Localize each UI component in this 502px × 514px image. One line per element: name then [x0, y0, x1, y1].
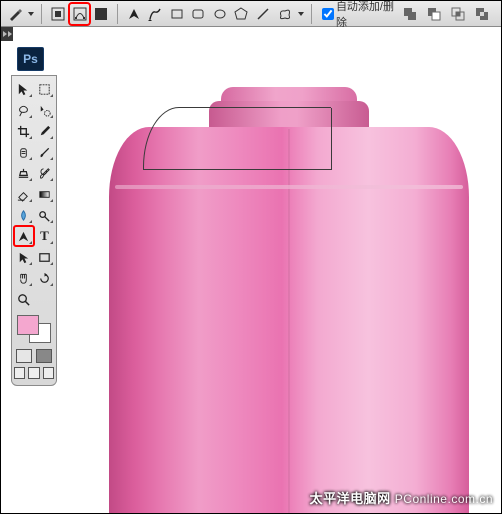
- pathop-intersect[interactable]: [447, 4, 469, 24]
- dodge-tool[interactable]: [35, 205, 55, 225]
- quick-selection-tool[interactable]: [35, 100, 55, 120]
- clone-stamp-tool[interactable]: [14, 163, 34, 183]
- auto-add-delete-checkbox[interactable]: [322, 8, 334, 20]
- pathop-exclude[interactable]: [471, 4, 493, 24]
- foreground-color-swatch[interactable]: [17, 315, 39, 335]
- screen-mode-switcher[interactable]: [14, 367, 54, 379]
- spot-healing-brush-tool[interactable]: [14, 142, 34, 162]
- watermark-cn: 太平洋电脑网: [310, 491, 391, 506]
- rectangular-marquee-tool[interactable]: [35, 79, 55, 99]
- standard-mode-icon: [16, 349, 32, 363]
- rotate-view-tool[interactable]: [35, 268, 55, 288]
- screen-mode-standard-icon: [14, 367, 25, 379]
- quick-mask-toggle[interactable]: [14, 349, 54, 363]
- app-badge: Ps: [17, 47, 44, 71]
- paths-mode[interactable]: [70, 4, 90, 24]
- panel-collapse-tab[interactable]: [1, 27, 13, 41]
- shape-options-dropdown-icon[interactable]: [296, 10, 305, 18]
- polygon-shape[interactable]: [232, 4, 252, 24]
- history-brush-tool[interactable]: [35, 163, 55, 183]
- app-badge-text: Ps: [23, 52, 38, 66]
- watermark: 太平洋电脑网 PConline.com.cn: [310, 488, 493, 507]
- pathop-combine[interactable]: [399, 4, 421, 24]
- path-selection-tool[interactable]: [14, 247, 34, 267]
- brush-tool[interactable]: [35, 142, 55, 162]
- blur-tool[interactable]: [14, 205, 34, 225]
- watermark-en: PConline.com.cn: [395, 492, 493, 506]
- pathop-subtract[interactable]: [423, 4, 445, 24]
- document-canvas[interactable]: 太平洋电脑网 PConline.com.cn: [59, 27, 501, 513]
- separator: [117, 4, 118, 24]
- auto-add-delete-option[interactable]: 自动添加/删除: [322, 0, 395, 30]
- screen-mode-full-menubar-icon: [28, 367, 39, 379]
- tool-preset-dropdown-icon[interactable]: [27, 10, 36, 18]
- rectangle-tool[interactable]: [35, 247, 55, 267]
- options-bar: 自动添加/删除: [1, 1, 501, 27]
- hand-tool[interactable]: [14, 268, 34, 288]
- color-swatches[interactable]: [14, 315, 54, 343]
- screen-mode-full-icon: [43, 367, 54, 379]
- line-shape[interactable]: [253, 4, 273, 24]
- crop-tool[interactable]: [14, 121, 34, 141]
- move-tool[interactable]: [14, 79, 34, 99]
- freeform-pen-subtool[interactable]: [145, 4, 165, 24]
- pen-subtool[interactable]: [124, 4, 144, 24]
- gradient-tool[interactable]: [35, 184, 55, 204]
- custom-shape[interactable]: [275, 4, 295, 24]
- separator: [41, 4, 42, 24]
- lasso-tool[interactable]: [14, 100, 34, 120]
- active-path-segment-bottom[interactable]: [143, 169, 331, 170]
- active-path-segment[interactable]: [143, 107, 331, 169]
- quick-mask-mode-icon: [36, 349, 52, 363]
- separator: [311, 4, 312, 24]
- pen-tool[interactable]: [14, 226, 34, 246]
- rounded-rectangle-shape[interactable]: [188, 4, 208, 24]
- eraser-tool[interactable]: [14, 184, 34, 204]
- type-tool-glyph: T: [40, 228, 49, 244]
- horizontal-type-tool[interactable]: T: [35, 226, 55, 246]
- eyedropper-tool[interactable]: [35, 121, 55, 141]
- zoom-tool[interactable]: [14, 289, 34, 309]
- auto-add-delete-label: 自动添加/删除: [336, 0, 395, 30]
- shape-layers-mode[interactable]: [48, 4, 68, 24]
- rectangle-shape[interactable]: [167, 4, 187, 24]
- fill-pixels-mode[interactable]: [91, 4, 111, 24]
- tools-panel: T: [11, 75, 57, 386]
- ellipse-shape[interactable]: [210, 4, 230, 24]
- path-operations-group: [399, 4, 493, 24]
- artwork-bottle-highlight: [115, 185, 463, 189]
- tool-preset-picker[interactable]: [5, 4, 25, 24]
